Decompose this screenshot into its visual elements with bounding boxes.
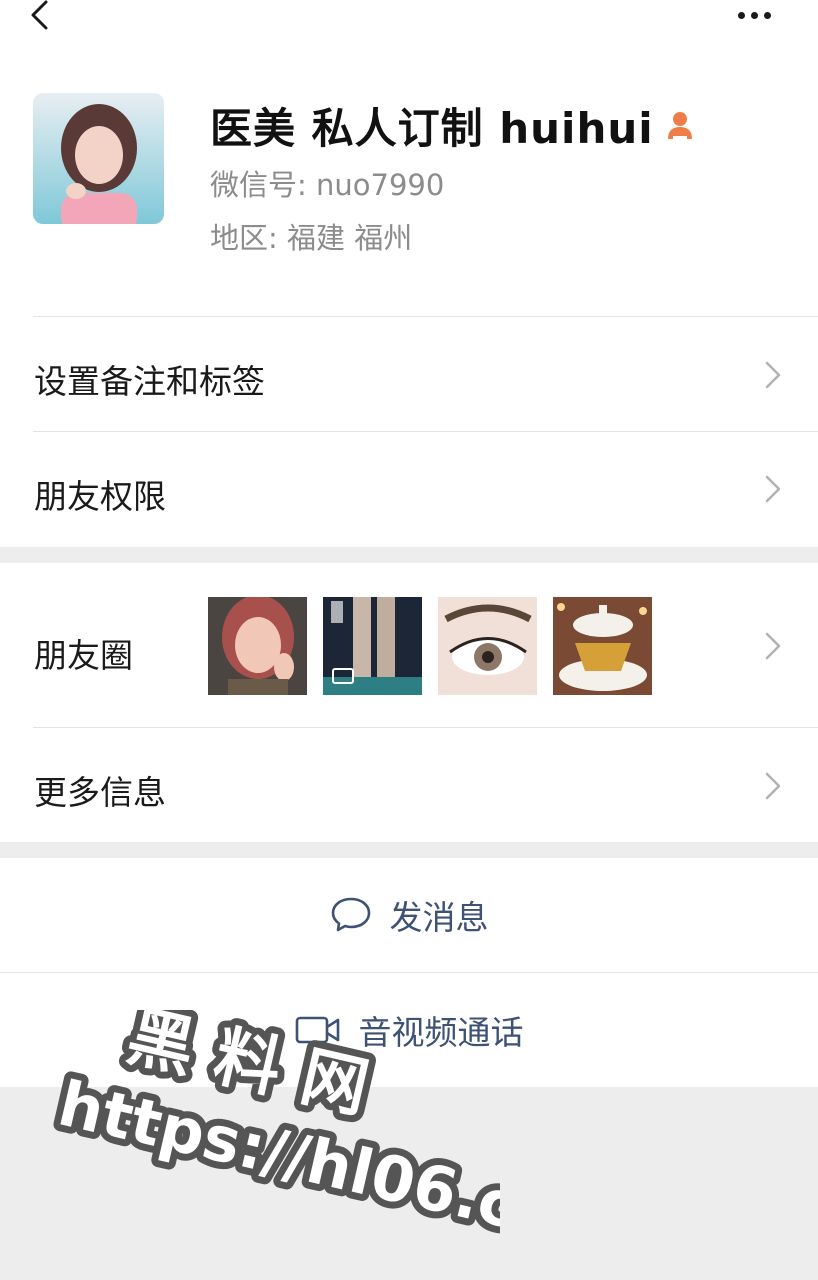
person-badge-icon: [667, 112, 692, 139]
friend-permissions-row[interactable]: 朋友权限: [0, 432, 818, 546]
more-info-label: 更多信息: [34, 773, 166, 812]
chevron-right-icon: [765, 475, 781, 503]
wechat-id: 微信号: nuo7990: [210, 168, 445, 202]
chevron-right-icon: [765, 772, 781, 800]
profile-name-row: 医美 私人订制 huihui: [210, 96, 696, 154]
more-info-row[interactable]: 更多信息: [0, 728, 818, 842]
profile-name: 医美 私人订制 huihui: [210, 103, 654, 153]
region: 地区: 福建 福州: [210, 221, 413, 255]
more-button[interactable]: [738, 4, 786, 22]
send-message-label: 发消息: [389, 898, 489, 937]
avatar[interactable]: [33, 93, 164, 224]
chevron-right-icon: [765, 361, 781, 389]
chevron-left-icon: [31, 0, 48, 30]
chat-bubble-icon: [331, 897, 370, 932]
chevron-right-icon: [765, 632, 781, 660]
moments-thumbnail[interactable]: [553, 597, 652, 695]
friend-permissions-label: 朋友权限: [34, 477, 166, 516]
moments-label: 朋友圈: [34, 636, 133, 675]
moments-thumbnail[interactable]: [323, 597, 422, 695]
send-message-button[interactable]: 发消息: [0, 858, 818, 972]
watermark: 黑 料 网 https://hl06.co: [45, 1010, 500, 1259]
moments-thumbnail[interactable]: [438, 597, 537, 695]
remark-tags-row[interactable]: 设置备注和标签: [0, 317, 818, 431]
back-button[interactable]: [24, 0, 64, 34]
more-dots-icon: [738, 4, 777, 23]
remark-tags-label: 设置备注和标签: [34, 362, 265, 401]
moments-thumbnail[interactable]: [208, 597, 307, 695]
